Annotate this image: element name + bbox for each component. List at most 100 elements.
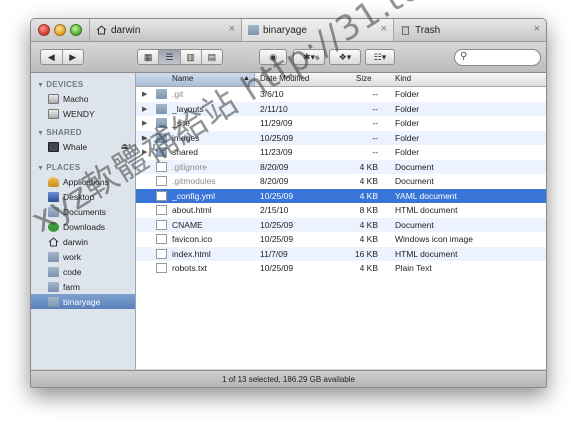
file-date: 10/25/09 (260, 132, 294, 143)
file-kind: Document (395, 176, 434, 186)
file-name: _site (172, 118, 190, 128)
file-name: shared (172, 147, 198, 157)
sidebar-item-applications[interactable]: Applications (31, 174, 135, 189)
table-row[interactable]: _config.yml 10/25/09 4 KB YAML document (136, 188, 546, 203)
toolbar: ◀ ▶ ▦ ☰ ▥ ▤ ◉ ✱▾ ❖▾ ☷▾ ⚲ (31, 42, 546, 73)
file-kind: HTML document (395, 205, 458, 215)
folder-icon (156, 132, 167, 143)
file-name: CNAME (172, 219, 203, 230)
file-name: favicon.ico (172, 234, 213, 244)
sidebar-item-work[interactable]: work (31, 249, 135, 264)
file-size: 4 KB (359, 219, 378, 230)
file-kind: HTML document (395, 248, 458, 259)
file-date: 10/25/09 (260, 263, 294, 273)
zoom-button[interactable] (70, 24, 82, 36)
sidebar-item-downloads[interactable]: Downloads (31, 219, 135, 234)
file-kind: Folder (395, 103, 420, 114)
applications-icon (48, 176, 59, 187)
disclosure-triangle-icon[interactable]: ▶ (142, 105, 147, 113)
column-kind[interactable]: Kind (395, 74, 411, 83)
view-mode-control[interactable]: ▦ ☰ ▥ ▤ (137, 49, 223, 65)
sidebar-item-binaryage[interactable]: binaryage (31, 294, 135, 309)
quicklook-button[interactable]: ◉ (259, 49, 287, 65)
sidebar-item-documents[interactable]: Documents (31, 204, 135, 219)
sidebar-item-code[interactable]: code (31, 264, 135, 279)
file-name: about.html (172, 205, 212, 215)
tab-trash[interactable]: Trash × (393, 19, 546, 41)
table-row[interactable]: about.html 2/15/10 8 KB HTML document (136, 203, 546, 218)
table-row[interactable]: ▶ _site 11/29/09 -- Folder (136, 116, 546, 131)
table-row[interactable]: .gitmodules 8/20/09 4 KB Document (136, 174, 546, 189)
column-size[interactable]: Size (356, 74, 372, 83)
column-view-icon[interactable]: ▥ (181, 50, 202, 64)
disclosure-triangle-icon[interactable]: ▶ (142, 134, 147, 142)
sidebar-section-devices[interactable]: ▼ DEVICES (37, 80, 83, 89)
file-date: 11/29/09 (260, 118, 293, 128)
column-name[interactable]: Name (172, 74, 193, 83)
table-row[interactable]: ▶ _layouts 2/11/10 -- Folder (136, 101, 546, 116)
dropbox-menu-button[interactable]: ❖▾ (329, 49, 361, 65)
tab-binaryage[interactable]: binaryage × (241, 19, 393, 41)
action-menu-button[interactable]: ✱▾ (293, 49, 325, 65)
minimize-button[interactable] (54, 24, 66, 36)
tab-label: binaryage (263, 24, 307, 36)
file-date: 8/20/09 (260, 176, 289, 186)
hard-drive-icon (48, 108, 59, 119)
arrange-menu-button[interactable]: ☷▾ (365, 49, 395, 65)
document-icon (156, 176, 167, 186)
file-size: -- (372, 147, 378, 157)
file-kind: Document (395, 219, 434, 230)
tab-darwin[interactable]: darwin × (89, 19, 241, 41)
file-name: .git (172, 89, 184, 99)
table-row[interactable]: favicon.ico 10/25/09 4 KB Windows icon imag… (136, 232, 546, 247)
title-bar: darwin × binaryage × Trash × (31, 19, 546, 42)
finder-window: darwin × binaryage × Trash × ◀ ▶ ▦ ☰ ▥ ▤ (30, 18, 547, 388)
icon-view-icon[interactable]: ▦ (138, 50, 160, 64)
file-size: -- (372, 89, 378, 99)
tab-close-icon[interactable]: × (534, 23, 540, 35)
column-date-modified[interactable]: Date Modified (260, 74, 309, 83)
table-row[interactable]: robots.txt 10/25/09 4 KB Plain Text (136, 261, 546, 276)
home-icon (96, 25, 107, 35)
arrange-icon: ☷▾ (373, 51, 387, 62)
folder-icon (248, 25, 259, 35)
sidebar-item-macho[interactable]: Macho (31, 91, 135, 106)
sidebar-section-places[interactable]: ▼ PLACES (37, 163, 80, 172)
search-field[interactable]: ⚲ (454, 49, 541, 66)
close-button[interactable] (38, 24, 50, 36)
sidebar-item-desktop[interactable]: Desktop (31, 189, 135, 204)
sidebar-item-darwin[interactable]: darwin (31, 234, 135, 249)
eject-icon[interactable]: ⏏ (120, 141, 129, 152)
coverflow-view-icon[interactable]: ▤ (202, 50, 222, 64)
sidebar-item-wendy[interactable]: WENDY (31, 106, 135, 121)
file-name: _layouts (172, 103, 204, 114)
forward-button[interactable]: ▶ (63, 50, 84, 64)
tab-close-icon[interactable]: × (229, 23, 235, 35)
table-row[interactable]: CNAME 10/25/09 4 KB Document (136, 217, 546, 232)
sidebar-item-whale[interactable]: Whale ⏏ (31, 139, 135, 154)
sidebar-item-farm[interactable]: farm (31, 279, 135, 294)
home-icon (48, 236, 59, 246)
sidebar-section-shared[interactable]: ▼ SHARED (37, 128, 82, 137)
back-forward-control[interactable]: ◀ ▶ (40, 49, 84, 65)
file-date: 11/7/09 (260, 248, 288, 259)
list-view-icon[interactable]: ☰ (159, 50, 181, 64)
desktop-icon (48, 191, 59, 202)
table-row[interactable]: ▶ images 10/25/09 -- Folder (136, 130, 546, 145)
column-header: Name ▲ Date Modified Size Kind (136, 73, 546, 87)
file-date: 2/11/10 (260, 103, 288, 114)
disclosure-triangle-icon[interactable]: ▶ (142, 148, 147, 156)
documents-icon (48, 206, 59, 217)
table-row[interactable]: .gitignore 8/20/09 4 KB Document (136, 159, 546, 174)
file-kind: Windows icon image (395, 234, 473, 244)
document-icon (156, 219, 167, 230)
disclosure-triangle-icon[interactable]: ▶ (142, 119, 147, 127)
table-row[interactable]: ▶ shared 11/23/09 -- Folder (136, 145, 546, 160)
back-button[interactable]: ◀ (41, 50, 63, 64)
tab-close-icon[interactable]: × (381, 23, 387, 35)
file-kind: Document (395, 161, 434, 172)
disclosure-triangle-icon[interactable]: ▶ (142, 90, 147, 98)
folder-icon (48, 251, 59, 262)
table-row[interactable]: ▶ .git 3/6/10 -- Folder (136, 87, 546, 102)
table-row[interactable]: index.html 11/7/09 16 KB HTML document (136, 246, 546, 261)
